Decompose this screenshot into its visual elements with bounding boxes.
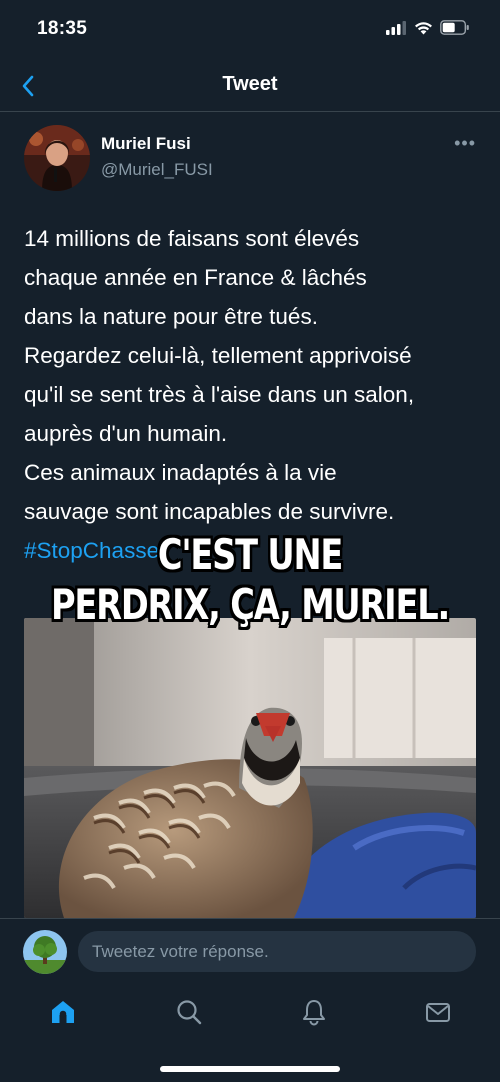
mail-icon[interactable]: [423, 997, 453, 1027]
status-icons: [386, 20, 470, 35]
meme-caption-line: C'EST UNE: [157, 529, 344, 580]
tweet-line: auprès d'un humain.: [24, 421, 228, 446]
signal-icon: [386, 20, 406, 35]
more-options-icon[interactable]: •••: [454, 134, 476, 152]
page-title: Tweet: [222, 73, 278, 95]
tweet-image[interactable]: [24, 618, 476, 918]
tweet-line: dans la nature pour être tués.: [24, 304, 318, 329]
tweet-line: 14 millions de faisans sont élevés: [24, 226, 360, 251]
author-name[interactable]: Muriel Fusi: [101, 134, 191, 154]
nav-bar: Tweet: [0, 60, 500, 112]
meme-caption-line: PERDRIX, ÇA, MURIEL.: [50, 579, 451, 630]
bell-icon[interactable]: [299, 997, 329, 1027]
wifi-icon: [415, 21, 432, 34]
meme-caption: C'EST UNE PERDRIX, ÇA, MURIEL.: [50, 529, 451, 630]
tweet-line: Regardez celui-là, tellement apprivoisé: [24, 343, 412, 368]
search-icon[interactable]: [174, 997, 204, 1027]
author-avatar[interactable]: [24, 125, 90, 191]
reply-input[interactable]: Tweetez votre réponse.: [78, 931, 476, 972]
reply-bar: Tweetez votre réponse.: [0, 918, 500, 981]
tweet-text: 14 millions de faisans sont élevés chaqu…: [24, 219, 484, 570]
author-handle[interactable]: @Muriel_FUSI: [101, 160, 213, 180]
tweet-line: sauvage sont incapables de survivre.: [24, 499, 395, 524]
tweet-line: Ces animaux inadaptés à la vie: [24, 460, 337, 485]
status-bar: 18:35: [0, 0, 500, 60]
tweet-line: chaque année en France & lâchés: [24, 265, 367, 290]
tweet-line: qu'il se sent très à l'aise dans un salo…: [24, 382, 415, 407]
status-time: 18:35: [37, 18, 88, 39]
user-avatar[interactable]: [23, 930, 67, 974]
battery-icon: [440, 20, 469, 35]
home-icon[interactable]: [48, 997, 78, 1027]
home-indicator: [160, 1066, 340, 1072]
